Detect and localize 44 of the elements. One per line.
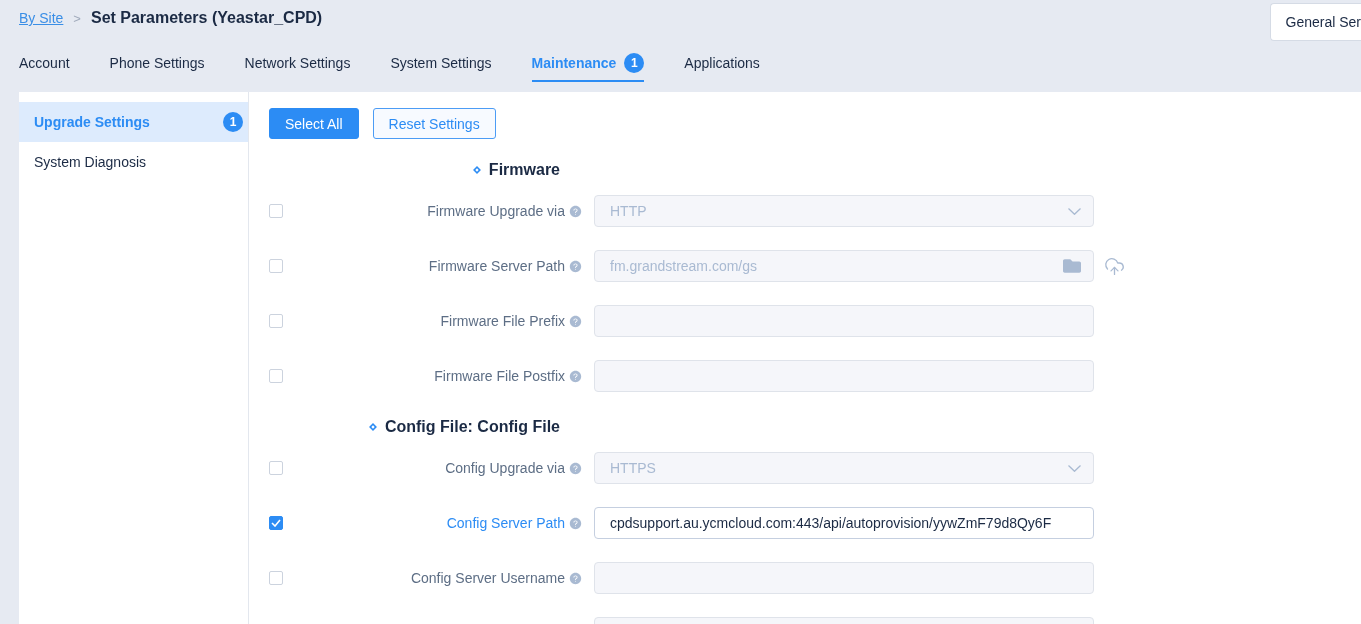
diamond-icon [472, 166, 481, 174]
field-label: Firmware File Postfix [434, 368, 565, 384]
help-icon[interactable] [569, 204, 582, 218]
tab[interactable]: Network Settings [244, 41, 351, 82]
tab[interactable]: Account [19, 41, 70, 82]
checkbox[interactable] [269, 314, 283, 328]
tab[interactable]: Applications [684, 41, 760, 82]
checkbox[interactable] [269, 461, 283, 475]
field-label: Config Server Username [410, 570, 565, 586]
help-icon[interactable] [569, 314, 582, 328]
count-badge: 1 [223, 112, 243, 132]
help-icon[interactable] [569, 259, 582, 273]
help-icon[interactable] [569, 369, 582, 383]
tab[interactable]: Phone Settings [109, 41, 205, 82]
section-heading: Firmware [488, 161, 560, 179]
help-icon[interactable] [569, 516, 582, 530]
field-label: Config Server Path [446, 515, 565, 531]
checkbox[interactable] [269, 369, 283, 383]
sidebar-item[interactable]: System Diagnosis [19, 142, 248, 182]
help-icon[interactable] [569, 571, 582, 585]
cloud-upload-icon[interactable] [1104, 255, 1125, 277]
checkbox[interactable] [269, 259, 283, 273]
count-badge: 1 [624, 53, 645, 73]
field-label: Firmware Upgrade via [427, 203, 565, 219]
tab[interactable]: System Settings [390, 41, 492, 82]
input-field[interactable]: cpdsupport.au.ycmcloud.com:443/api/autoprovision/yywZmF79d8Qy6F [594, 507, 1094, 539]
field-label: Firmware Server Path [428, 258, 565, 274]
field-label: Config Upgrade via [445, 460, 565, 476]
checkbox[interactable] [269, 516, 283, 530]
diamond-icon [368, 423, 377, 431]
field-label: Firmware File Prefix [440, 313, 565, 329]
help-icon[interactable] [569, 461, 582, 475]
checkbox[interactable] [269, 204, 283, 218]
input-field[interactable] [594, 360, 1094, 392]
chevron-down-icon [1068, 207, 1081, 215]
page-title: Set Parameters (Yeastar_CPD) [90, 9, 323, 27]
checkbox[interactable] [269, 571, 283, 585]
breadcrumb-separator: > [73, 10, 81, 26]
chevron-down-icon [1068, 464, 1081, 472]
input-field[interactable] [594, 305, 1094, 337]
general-button[interactable]: General Ser [1269, 3, 1361, 41]
section-heading: Config File: Config File [384, 418, 560, 436]
input-field[interactable] [594, 562, 1094, 594]
folder-icon[interactable] [1063, 257, 1081, 275]
